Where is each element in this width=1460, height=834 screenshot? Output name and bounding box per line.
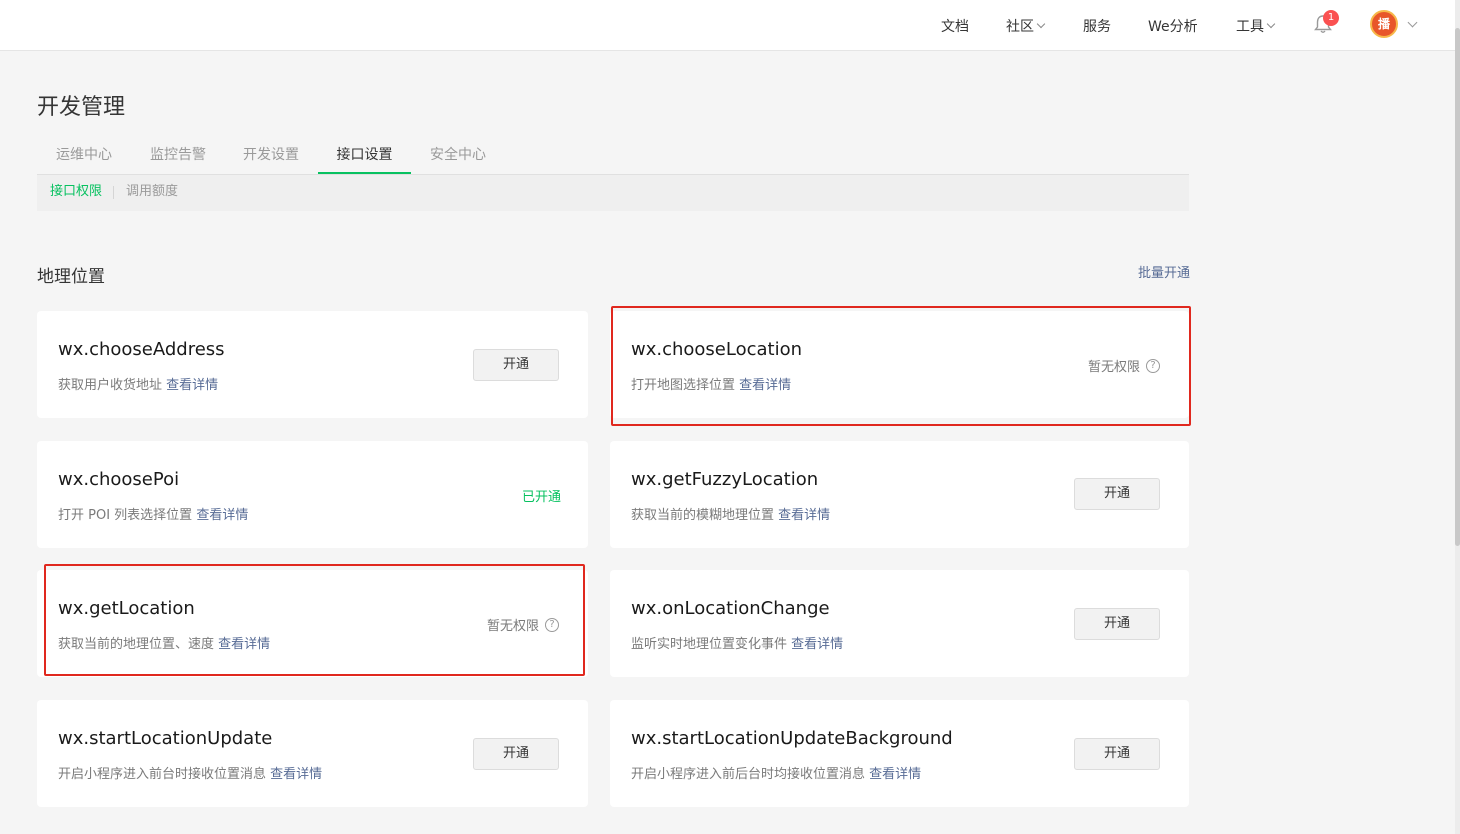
api-card-choose-poi: wx.choosePoi 打开 POI 列表选择位置 查看详情 已开通 — [37, 441, 588, 548]
nav-docs-label: 文档 — [941, 18, 969, 35]
open-button[interactable]: 开通 — [473, 738, 559, 770]
details-link[interactable]: 查看详情 — [166, 378, 218, 393]
opened-status: 已开通 — [522, 490, 562, 505]
section-title: 地理位置 — [37, 267, 105, 287]
chevron-down-icon — [1036, 19, 1046, 28]
api-desc-text: 打开 POI 列表选择位置 — [58, 508, 193, 523]
batch-open-link[interactable]: 批量开通 — [1138, 262, 1190, 281]
api-desc: 获取用户收货地址 查看详情 — [58, 374, 218, 393]
api-desc: 开启小程序进入前后台时均接收位置消息 查看详情 — [631, 763, 921, 782]
open-button[interactable]: 开通 — [1074, 608, 1160, 640]
api-desc-text: 获取当前的模糊地理位置 — [631, 508, 775, 523]
chevron-down-icon[interactable] — [1407, 17, 1418, 28]
nav-services-label: 服务 — [1083, 18, 1111, 35]
api-card-get-fuzzy-location: wx.getFuzzyLocation 获取当前的模糊地理位置 查看详情 开通 — [610, 441, 1189, 548]
api-name: wx.startLocationUpdate — [58, 728, 273, 749]
details-link[interactable]: 查看详情 — [791, 637, 843, 652]
api-name: wx.choosePoi — [58, 469, 180, 490]
sub-tabs: 接口权限 调用额度 — [37, 175, 1189, 211]
main-tabs: 运维中心 监控告警 开发设置 接口设置 安全中心 — [37, 140, 1189, 175]
nav-community-label: 社区 — [1006, 18, 1034, 35]
details-link[interactable]: 查看详情 — [270, 767, 322, 782]
details-link[interactable]: 查看详情 — [869, 767, 921, 782]
api-desc-text: 监听实时地理位置变化事件 — [631, 637, 788, 652]
api-desc: 监听实时地理位置变化事件 查看详情 — [631, 633, 843, 652]
nav-docs[interactable]: 文档 — [941, 0, 969, 51]
chevron-down-icon — [1266, 19, 1276, 28]
nav-we-analysis-label: We分析 — [1148, 18, 1198, 35]
page-title: 开发管理 — [37, 95, 126, 120]
api-desc-text: 开启小程序进入前台时接收位置消息 — [58, 767, 267, 782]
api-name: wx.startLocationUpdateBackground — [631, 728, 953, 749]
api-desc: 打开 POI 列表选择位置 查看详情 — [58, 504, 248, 523]
api-card-on-location-change: wx.onLocationChange 监听实时地理位置变化事件 查看详情 开通 — [610, 570, 1189, 677]
nav-tools-label: 工具 — [1236, 18, 1264, 35]
nav-we-analysis[interactable]: We分析 — [1148, 0, 1198, 51]
api-card-start-location-update: wx.startLocationUpdate 开启小程序进入前台时接收位置消息 … — [37, 700, 588, 807]
nav-community[interactable]: 社区 — [1006, 0, 1046, 51]
nav-services[interactable]: 服务 — [1083, 0, 1111, 51]
details-link[interactable]: 查看详情 — [778, 508, 830, 523]
tab-api-settings[interactable]: 接口设置 — [318, 140, 411, 174]
api-name: wx.onLocationChange — [631, 598, 830, 619]
api-desc: 获取当前的模糊地理位置 查看详情 — [631, 504, 830, 523]
open-button[interactable]: 开通 — [1074, 738, 1160, 770]
api-desc: 开启小程序进入前台时接收位置消息 查看详情 — [58, 763, 322, 782]
tab-monitoring[interactable]: 监控告警 — [131, 140, 225, 174]
api-desc-text: 获取用户收货地址 — [58, 378, 163, 393]
top-navbar: 文档 社区 服务 We分析 工具 1 播 — [0, 0, 1455, 51]
tab-ops-center[interactable]: 运维中心 — [37, 140, 131, 174]
api-name: wx.chooseAddress — [58, 339, 225, 360]
api-name: wx.getFuzzyLocation — [631, 469, 819, 490]
open-button[interactable]: 开通 — [473, 349, 559, 381]
api-desc-text: 开启小程序进入前后台时均接收位置消息 — [631, 767, 866, 782]
tab-security-center[interactable]: 安全中心 — [411, 140, 505, 174]
divider — [113, 186, 114, 199]
highlight-box — [611, 306, 1191, 426]
api-card-choose-address: wx.chooseAddress 获取用户收货地址 查看详情 开通 — [37, 311, 588, 418]
details-link[interactable]: 查看详情 — [196, 508, 248, 523]
api-card-start-location-update-background: wx.startLocationUpdateBackground 开启小程序进入… — [610, 700, 1189, 807]
scrollbar[interactable] — [1455, 0, 1460, 834]
nav-tools[interactable]: 工具 — [1236, 0, 1276, 51]
subtab-call-quota[interactable]: 调用额度 — [126, 175, 178, 209]
avatar[interactable]: 播 — [1370, 10, 1398, 38]
subtab-api-permissions[interactable]: 接口权限 — [50, 175, 102, 209]
open-button[interactable]: 开通 — [1074, 478, 1160, 510]
notification-badge: 1 — [1323, 10, 1339, 26]
scrollbar-thumb[interactable] — [1455, 28, 1460, 546]
tab-dev-settings[interactable]: 开发设置 — [224, 140, 318, 174]
highlight-box — [44, 564, 585, 676]
